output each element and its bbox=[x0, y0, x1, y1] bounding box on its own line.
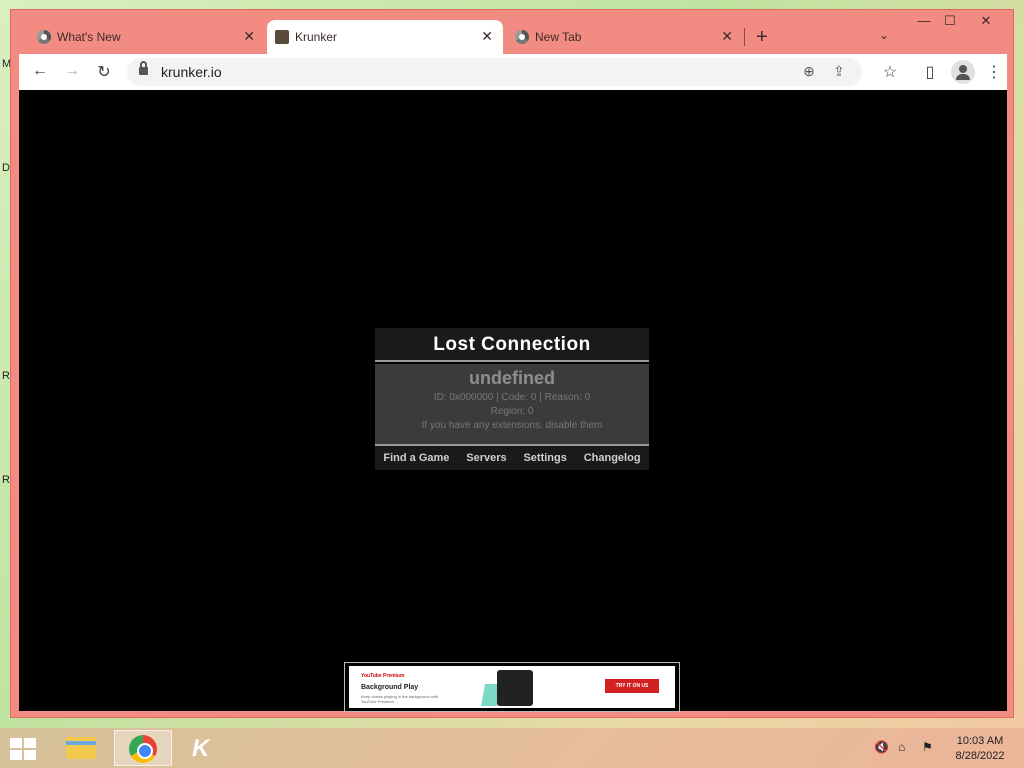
desktop-label: R bbox=[2, 370, 10, 382]
zoom-icon[interactable]: ⊕ bbox=[799, 63, 819, 80]
forward-button[interactable]: → bbox=[61, 62, 83, 80]
address-bar[interactable]: krunker.io ⊕ ⇪ bbox=[127, 58, 862, 86]
settings-button[interactable]: Settings bbox=[523, 452, 566, 464]
profile-avatar-icon[interactable] bbox=[951, 60, 975, 84]
network-icon[interactable]: ⌂ bbox=[898, 740, 905, 754]
maximize-button[interactable]: ☐ bbox=[935, 13, 965, 29]
volume-muted-icon[interactable]: 🔇 bbox=[874, 740, 889, 754]
lost-connection-dialog: Lost Connection undefined ID: 0x000000 |… bbox=[375, 328, 649, 470]
region-text: Region: 0 bbox=[490, 406, 534, 417]
tab-whats-new[interactable]: What's New ✕ bbox=[29, 20, 265, 54]
folder-icon bbox=[66, 737, 96, 759]
tab-separator bbox=[744, 28, 745, 46]
clock-date: 8/28/2022 bbox=[955, 750, 1005, 762]
ad-cta-button[interactable]: TRY IT ON US bbox=[605, 679, 659, 693]
close-window-button[interactable]: ✕ bbox=[971, 13, 1001, 29]
tab-title: New Tab bbox=[535, 30, 582, 44]
ad-subtitle: Keep videos playing in the background wi… bbox=[361, 694, 438, 704]
close-tab-icon[interactable]: ✕ bbox=[243, 28, 255, 45]
dialog-body: undefined ID: 0x000000 | Code: 0 | Reaso… bbox=[375, 364, 649, 444]
ad-logo: YouTube Premium bbox=[361, 673, 405, 679]
extension-hint: If you have any extensions, disable them bbox=[421, 420, 603, 431]
tab-krunker[interactable]: Krunker ✕ bbox=[267, 20, 503, 54]
chrome-favicon-icon bbox=[515, 30, 529, 44]
lock-icon[interactable] bbox=[139, 61, 148, 75]
dialog-menu: Find a Game Servers Settings Changelog bbox=[375, 444, 649, 470]
ad-title: Background Play bbox=[361, 684, 419, 691]
system-clock[interactable]: 10:03 AM 8/28/2022 bbox=[948, 734, 1012, 764]
reload-button[interactable]: ↻ bbox=[93, 62, 115, 82]
ad-banner[interactable]: YouTube Premium Background Play Keep vid… bbox=[344, 662, 680, 712]
close-tab-icon[interactable]: ✕ bbox=[481, 28, 493, 45]
windows-start-icon[interactable] bbox=[10, 738, 38, 760]
menu-kebab-icon[interactable]: ⋮ bbox=[983, 62, 1005, 82]
ad-phone-image bbox=[497, 670, 533, 706]
chrome-icon bbox=[129, 735, 157, 763]
desktop-label: D bbox=[2, 162, 10, 174]
krunker-taskbar-button[interactable]: K bbox=[176, 730, 234, 766]
chrome-taskbar-button[interactable] bbox=[114, 730, 172, 766]
krunker-icon: K bbox=[192, 735, 210, 762]
browser-toolbar: ← → ↻ krunker.io ⊕ ⇪ ☆ ▯ ⋮ bbox=[19, 54, 1007, 90]
back-button[interactable]: ← bbox=[29, 62, 51, 80]
tab-strip: What's New ✕ Krunker ✕ New Tab ✕ + ⌄ — ☐… bbox=[11, 10, 1013, 54]
dialog-title: Lost Connection bbox=[375, 328, 649, 362]
bookmark-star-icon[interactable]: ☆ bbox=[879, 62, 901, 82]
file-explorer-taskbar-button[interactable] bbox=[52, 730, 110, 766]
servers-button[interactable]: Servers bbox=[466, 452, 506, 464]
share-icon[interactable]: ⇪ bbox=[829, 63, 849, 80]
chrome-favicon-icon bbox=[37, 30, 51, 44]
page-viewport: Lost Connection undefined ID: 0x000000 |… bbox=[19, 90, 1007, 712]
krunker-favicon-icon bbox=[275, 30, 289, 44]
ad-content[interactable]: YouTube Premium Background Play Keep vid… bbox=[349, 666, 675, 708]
tab-title: Krunker bbox=[295, 30, 338, 44]
close-tab-icon[interactable]: ✕ bbox=[721, 28, 733, 45]
desktop-label: R bbox=[2, 474, 10, 486]
side-panel-icon[interactable]: ▯ bbox=[919, 62, 941, 82]
changelog-button[interactable]: Changelog bbox=[584, 452, 641, 464]
clock-time: 10:03 AM bbox=[956, 735, 1004, 747]
action-center-flag-icon[interactable]: ⚑ bbox=[922, 740, 933, 754]
new-tab-button[interactable]: + bbox=[756, 26, 768, 49]
tab-new-tab[interactable]: New Tab ✕ bbox=[507, 20, 743, 54]
error-details: ID: 0x000000 | Code: 0 | Reason: 0 bbox=[433, 392, 591, 403]
error-text: undefined bbox=[469, 368, 555, 388]
url-text[interactable]: krunker.io bbox=[161, 64, 222, 80]
tab-title: What's New bbox=[57, 30, 121, 44]
tab-search-icon[interactable]: ⌄ bbox=[879, 28, 889, 42]
find-game-button[interactable]: Find a Game bbox=[383, 452, 449, 464]
taskbar: K 🔇 ⌂ ⚑ 10:03 AM 8/28/2022 bbox=[0, 728, 1024, 768]
browser-window: What's New ✕ Krunker ✕ New Tab ✕ + ⌄ — ☐… bbox=[10, 9, 1014, 718]
